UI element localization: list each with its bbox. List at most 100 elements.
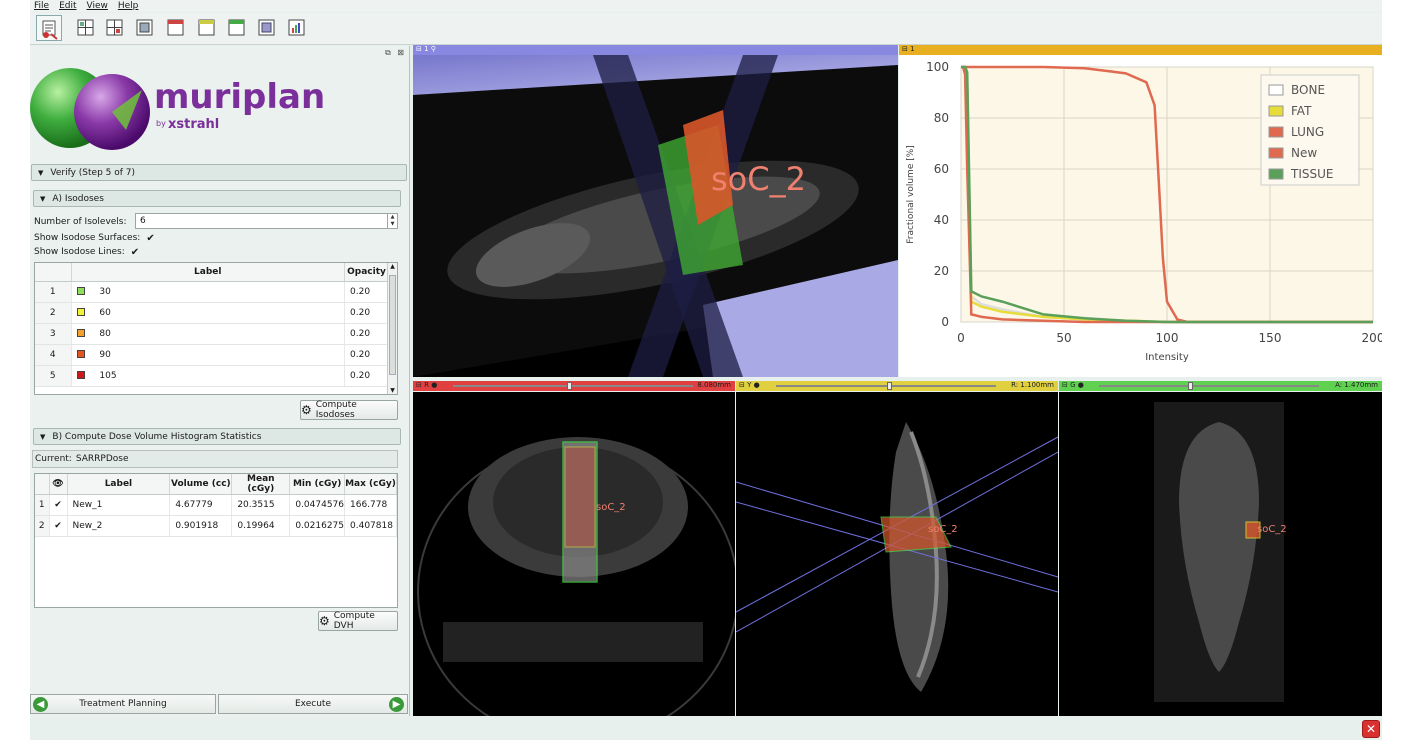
dvh-mean: 0.19964 [231,515,291,537]
color-swatch-icon[interactable] [76,287,85,295]
red-slider-thumb[interactable] [567,382,572,390]
layout-fourup-icon[interactable] [106,19,123,36]
color-swatch-icon[interactable] [76,350,85,358]
dvh-col-volume[interactable]: Volume (cc) [169,474,233,495]
show-surfaces-checkbox[interactable]: ✔ [146,233,154,244]
layout-onedup-icon[interactable] [136,19,153,36]
legend-label-bone: BONE [1291,83,1325,97]
yellow-view-header[interactable]: ⊟ Y ● R: 1.100mm [736,381,1058,391]
execute-button[interactable]: Execute ▶ [218,694,408,714]
color-swatch-icon[interactable] [76,371,85,379]
yellow-slice-view[interactable]: soC_2 [736,392,1058,716]
spin-arrows-icon[interactable]: ▲ ▼ [387,214,397,228]
table-row[interactable]: 2 ✔ New_2 0.901918 0.19964 0.0216275 0.407818 [35,515,397,537]
application-window: File Edit View Help ⧉ ⊠ muriplan by xstr… [30,0,1384,740]
svg-text:by: by [156,119,166,128]
chart-icon[interactable] [288,19,305,36]
layout-3d-icon[interactable] [258,19,275,36]
legend-label-fat: FAT [1291,104,1312,118]
red-slice-slider[interactable] [453,382,693,390]
isodoses-section-header[interactable]: ▼ A) Isodoses [33,190,401,207]
dvh-col-mean[interactable]: Mean (cGy) [231,474,291,495]
menu-file[interactable]: File [34,1,49,11]
menu-view[interactable]: View [87,1,108,11]
green-view-header[interactable]: ⊟ G ● A: 1.470mm [1059,381,1382,391]
isodose-table-scrollbar[interactable]: ▲ ▼ [387,263,397,394]
table-row[interactable]: 1 30 0.20 [35,281,389,303]
gears-icon: ⚙ [319,614,330,628]
show-lines-checkbox[interactable]: ✔ [131,247,139,258]
legend-swatch-tissue [1268,168,1284,180]
compute-isodoses-button[interactable]: ⚙ Compute Isodoses [300,400,398,420]
view-3d-id: 1 [424,45,429,53]
view-3d-label: soC_2 [711,160,806,198]
view-3d[interactable]: soC_2 [413,55,898,377]
dvh-title: B) Compute Dose Volume Histogram Statist… [52,431,262,442]
red-view-label: soC_2 [596,502,626,513]
table-row[interactable]: 3 80 0.20 [35,323,389,345]
compute-dvh-button[interactable]: ⚙ Compute DVH [318,611,398,631]
dvh-chart-view[interactable]: 0 20 40 60 80 100 0 50 100 150 200 Intensity Fractio… [899,55,1384,377]
y-tick-label: 60 [934,162,949,176]
menu-help[interactable]: Help [118,1,139,11]
current-volume-selector[interactable]: SARRPDose [76,454,129,464]
isolevel-label: 30 [99,286,111,297]
color-swatch-icon[interactable] [76,329,85,337]
close-icon[interactable]: ✕ [1362,720,1380,738]
col-opacity-header[interactable]: Opacity [344,263,389,282]
muriplan-logo: muriplan by xstrahl [30,60,330,170]
isolevel-label: 105 [99,370,117,381]
opacity-cell[interactable]: 0.20 [344,281,389,303]
opacity-cell[interactable]: 0.20 [344,365,389,387]
dvh-max: 166.778 [344,494,397,516]
layout-green-icon[interactable] [228,19,245,36]
row-index: 2 [35,515,50,537]
y-tick-label: 100 [926,60,949,74]
opacity-cell[interactable]: 0.20 [344,302,389,324]
isolevel-cell[interactable]: 90 [71,344,345,366]
treatment-planning-button[interactable]: ◀ Treatment Planning [30,694,216,714]
chart-view-header[interactable]: ⊟ 1 [899,45,1382,55]
chart-view-id: 1 [910,45,915,53]
color-swatch-icon[interactable] [76,308,85,316]
num-isolevels-label: Number of Isolevels: [34,217,127,227]
layout-red-icon[interactable] [167,19,184,36]
opacity-cell[interactable]: 0.20 [344,323,389,345]
yellow-slice-slider[interactable] [776,382,996,390]
row-visible-checkbox[interactable]: ✔ [49,494,68,516]
verify-section-header[interactable]: ▼ Verify (Step 5 of 7) [31,164,407,181]
view-3d-header[interactable]: ⊟ 1 ⚲ [413,45,898,55]
col-label-header[interactable]: Label [71,263,345,282]
isolevel-cell[interactable]: 60 [71,302,345,324]
layout-yellow-icon[interactable] [198,19,215,36]
table-row[interactable]: 4 90 0.20 [35,344,389,366]
opacity-cell[interactable]: 0.20 [344,344,389,366]
menu-edit[interactable]: Edit [59,1,76,11]
table-row[interactable]: 5 105 0.20 [35,365,389,387]
red-slice-view[interactable]: soC_2 [413,392,735,716]
green-slider-thumb[interactable] [1188,382,1193,390]
num-isolevels-spinbox[interactable]: 6 ▲ ▼ [135,213,398,229]
module-panel: ⧉ ⊠ muriplan by xstrahl ▼ Verify (Step 5… [30,46,410,716]
panel-float-close-icons[interactable]: ⧉ ⊠ [385,48,406,58]
red-view-header[interactable]: ⊟ R ● 8.080mm [413,381,735,391]
yellow-slice-offset: R: 1.100mm [1011,381,1054,389]
layout-conventional-icon[interactable] [77,19,94,36]
row-visible-checkbox[interactable]: ✔ [49,515,68,537]
dvh-col-max[interactable]: Max (cGy) [344,474,397,495]
isolevel-cell[interactable]: 30 [71,281,345,303]
yellow-slider-thumb[interactable] [887,382,892,390]
toolbar [30,13,1382,45]
dvh-section-header[interactable]: ▼ B) Compute Dose Volume Histogram Stati… [33,428,401,445]
isolevel-cell[interactable]: 80 [71,323,345,345]
dvh-col-label[interactable]: Label [67,474,171,495]
module-icon[interactable] [36,15,62,41]
green-slice-view[interactable]: soC_2 [1059,392,1382,716]
y-tick-label: 40 [934,213,949,227]
green-slice-slider[interactable] [1099,382,1319,390]
isolevel-cell[interactable]: 105 [71,365,345,387]
table-row[interactable]: 2 60 0.20 [35,302,389,324]
dvh-col-min[interactable]: Min (cGy) [289,474,345,495]
visibility-eye-icon[interactable]: 👁 [49,474,68,495]
table-row[interactable]: 1 ✔ New_1 4.67779 20.3515 0.0474576 166.778 [35,494,397,516]
